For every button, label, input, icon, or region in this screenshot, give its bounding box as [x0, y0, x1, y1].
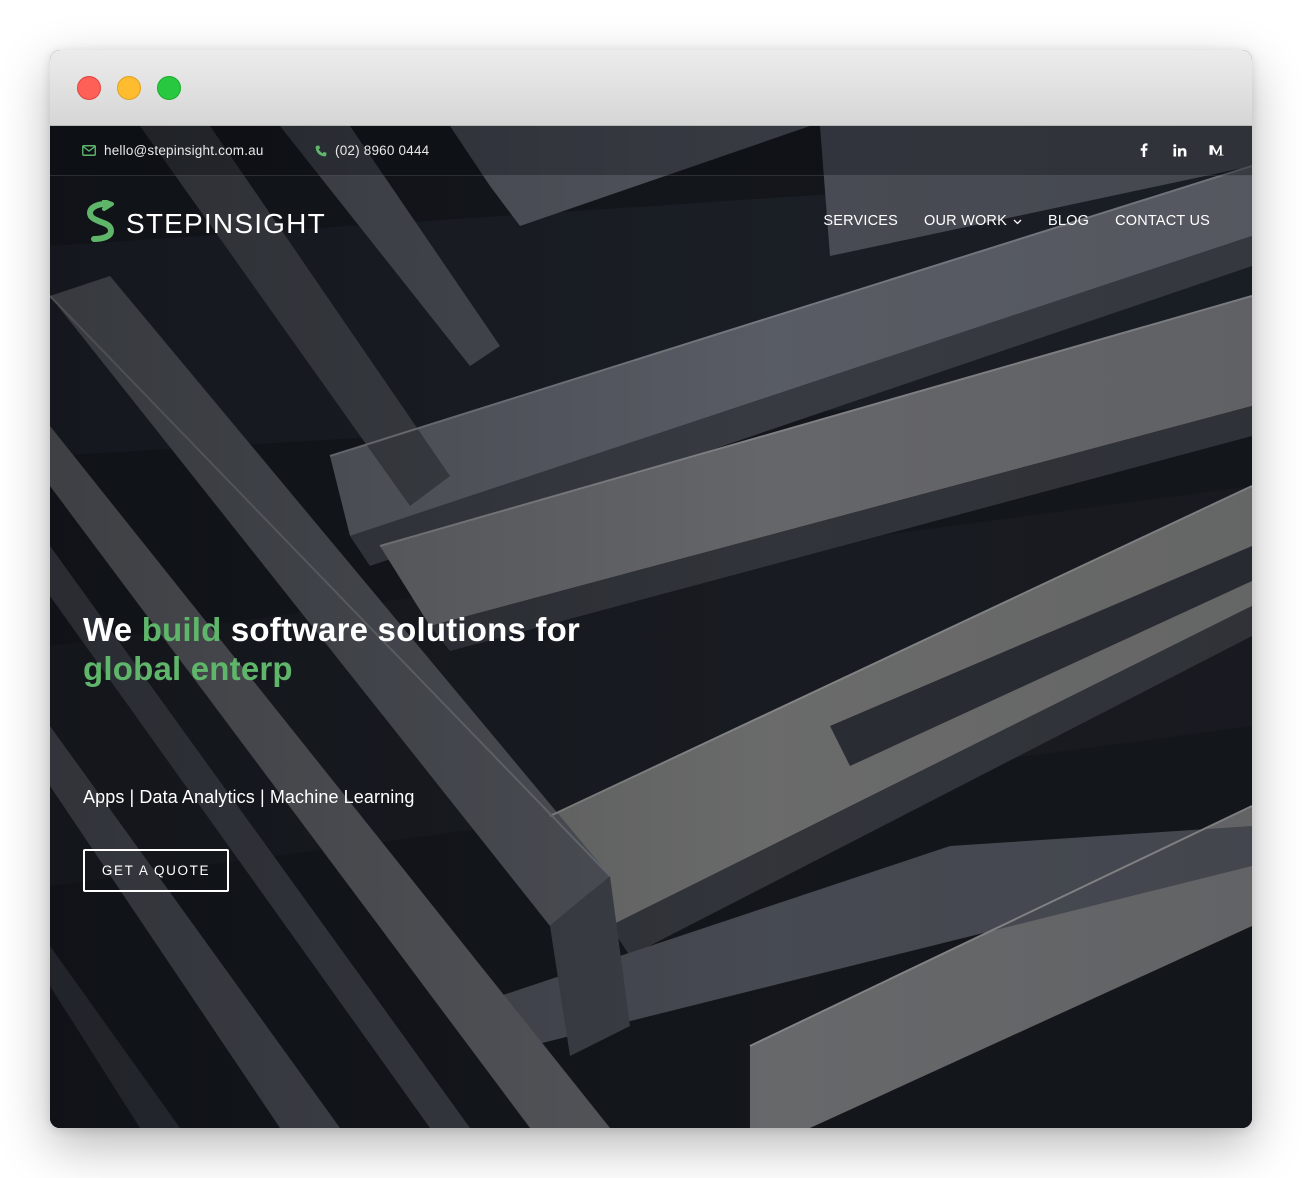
get-a-quote-button[interactable]: GET A QUOTE [83, 849, 229, 892]
nav-contact-us-label: CONTACT US [1115, 213, 1210, 229]
headline-text-2: software solutions for [221, 611, 580, 648]
nav-our-work-label: OUR WORK [924, 213, 1007, 229]
hero-headline: We build software solutions for global e… [83, 610, 723, 688]
nav-blog-label: BLOG [1047, 213, 1090, 229]
hero-subtitle: Apps | Data Analytics | Machine Learning [83, 787, 415, 807]
maximize-window-button[interactable] [157, 76, 181, 100]
nav-blog[interactable]: BLOG [1048, 213, 1089, 229]
phone-contact[interactable]: (02) 8960 0444 [315, 143, 429, 158]
logo-text: STEPINSIGHT [126, 207, 326, 239]
headline-text-1: We [83, 611, 142, 648]
close-window-button[interactable] [77, 76, 101, 100]
headline-accent-1: build [141, 611, 222, 648]
medium-icon[interactable] [1208, 141, 1224, 159]
envelope-icon [82, 145, 96, 156]
nav-contact-us[interactable]: CONTACT US [1115, 213, 1210, 229]
top-contact-bar: hello@stepinsight.com.au (02) 8960 0444 [50, 126, 1252, 176]
nav-services-label: SERVICES [823, 213, 899, 229]
browser-window: hello@stepinsight.com.au (02) 8960 0444 [50, 50, 1252, 1128]
stepinsight-logo-icon [82, 199, 118, 247]
nav-services[interactable]: SERVICES [823, 213, 898, 229]
linkedin-icon[interactable] [1172, 141, 1188, 159]
phone-icon [315, 145, 327, 157]
website-page: hello@stepinsight.com.au (02) 8960 0444 [50, 126, 1252, 1128]
chevron-down-icon [1013, 213, 1022, 229]
headline-accent-2: global enterp [83, 650, 293, 687]
phone-text[interactable]: (02) 8960 0444 [335, 143, 429, 158]
minimize-window-button[interactable] [117, 76, 141, 100]
window-titlebar [50, 50, 1252, 126]
social-links [1136, 141, 1224, 159]
email-contact[interactable]: hello@stepinsight.com.au [82, 143, 264, 158]
facebook-icon[interactable] [1136, 141, 1152, 159]
main-navigation: SERVICES OUR WORK BLOG CONTACT US [823, 213, 1210, 229]
email-text[interactable]: hello@stepinsight.com.au [104, 143, 264, 158]
site-logo[interactable]: STEPINSIGHT [82, 199, 326, 247]
nav-our-work[interactable]: OUR WORK [924, 213, 1022, 229]
